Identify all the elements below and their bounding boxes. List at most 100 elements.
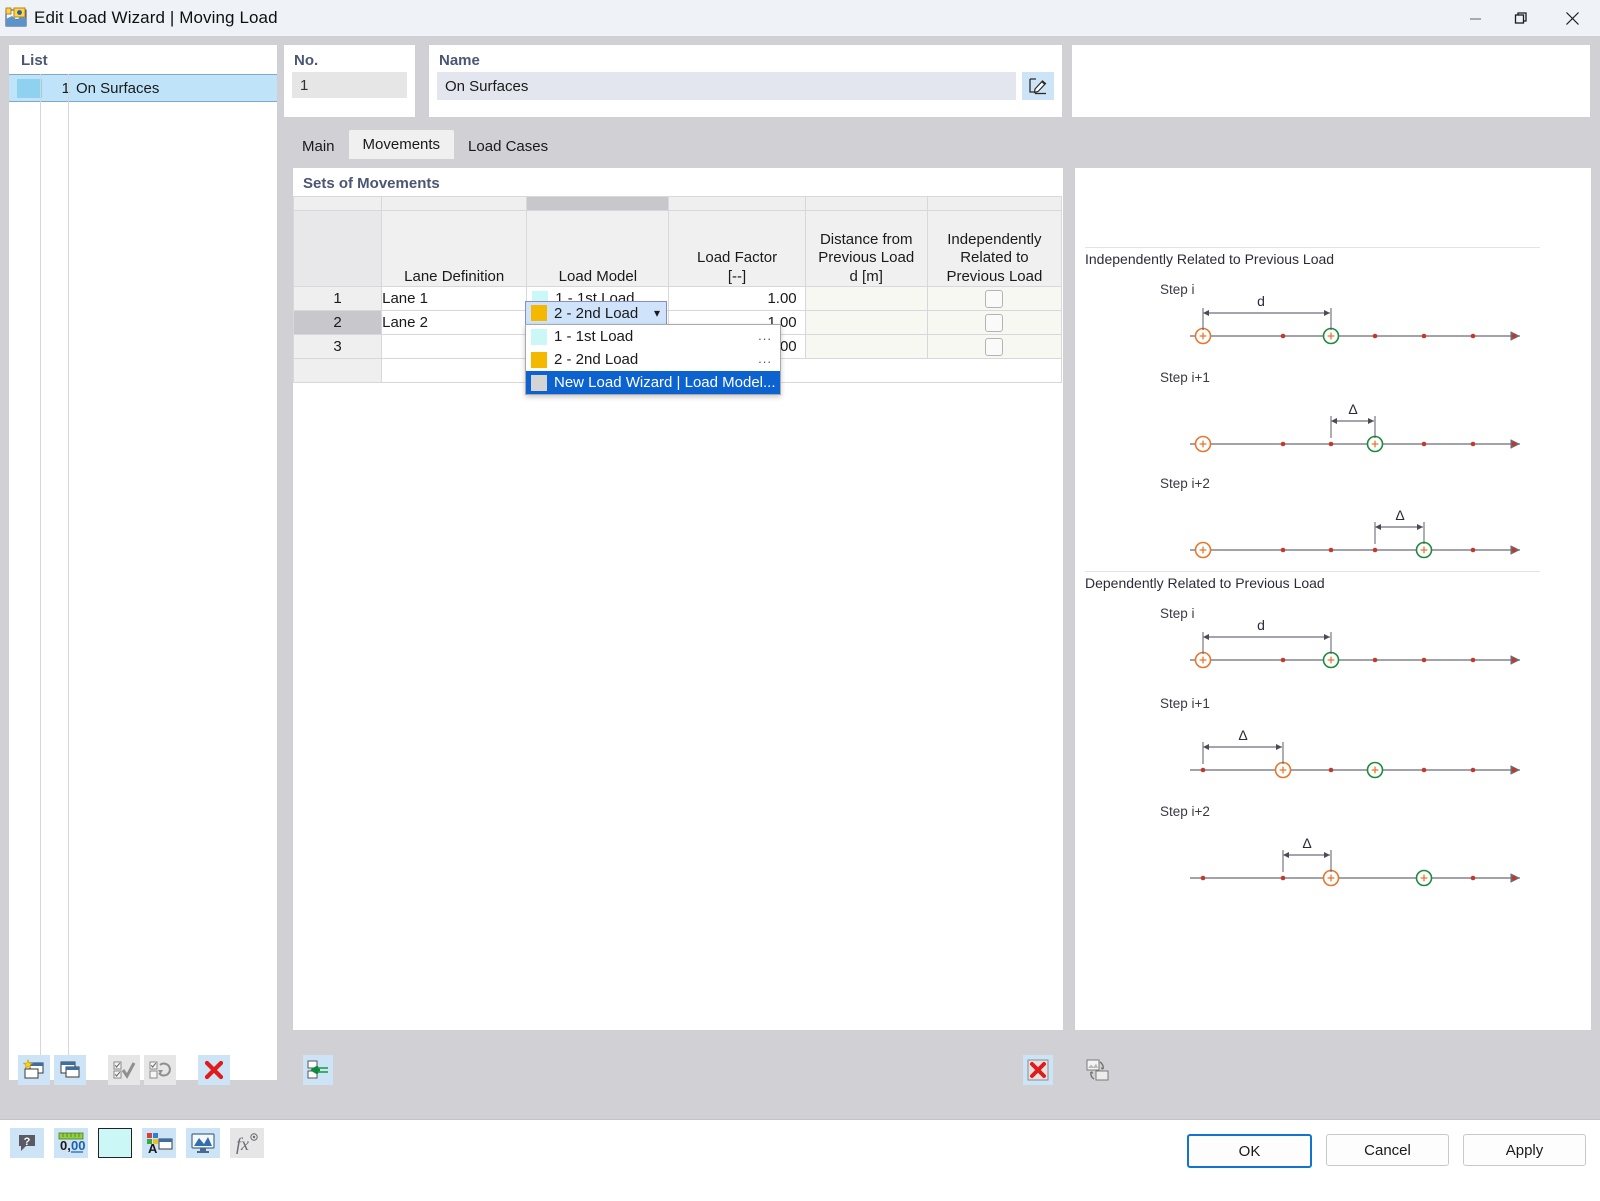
title-bar: Edit Load Wizard | Moving Load [0,0,1600,36]
cancel-button[interactable]: Cancel [1326,1134,1449,1166]
close-button[interactable] [1544,0,1600,36]
delete-item-button[interactable] [198,1055,230,1085]
list-item-color-swatch [17,78,42,98]
color-swatch-button[interactable] [98,1128,132,1158]
dropdown-option-2nd-load[interactable]: 2 - 2nd Load ... [526,348,780,371]
list-item[interactable]: 1 On Surfaces [9,74,277,102]
cell-lane-definition[interactable]: Lane 1 [381,286,528,311]
table-row[interactable]: 1 Lane 1 1 - 1st Load 1.00 [292,286,1063,311]
cell-independently[interactable] [926,310,1063,335]
empty-row-number [292,358,383,383]
color-letter-icon[interactable]: A [142,1128,176,1158]
col-header-distance-line3: d [m] [849,267,883,285]
movement-diagram: Independently Related to Previous Load S… [1085,251,1520,887]
monitor-icon[interactable] [186,1128,220,1158]
insert-row-arrow-icon[interactable] [303,1055,333,1085]
option-color-swatch [531,328,547,345]
dropdown-option-1st-load[interactable]: 1 - 1st Load ... [526,325,780,348]
cell-load-factor[interactable]: 1.00 [668,286,806,311]
cell-lane-definition[interactable] [381,334,528,359]
cell-distance[interactable] [804,286,928,311]
independently-checkbox[interactable] [985,313,1004,332]
edit-pencil-icon[interactable] [1022,72,1054,100]
row-number[interactable]: 1 [292,286,383,311]
export-image-button[interactable] [1083,1055,1113,1085]
dimension-label: Δ [1238,727,1247,743]
group-cell-factor [668,196,806,211]
name-input[interactable]: On Surfaces [437,72,1016,100]
col-header-lane-definition[interactable]: Lane Definition [381,210,528,287]
chevron-down-icon[interactable]: ▾ [654,306,660,320]
number-input[interactable]: 1 [292,72,407,98]
step-label: Step i+1 [1160,696,1210,711]
diagram-section-title-independent: Independently Related to Previous Load [1085,251,1334,267]
dimension-label: Δ [1302,835,1311,851]
preview-panel [1071,44,1591,118]
dimension-label: d [1257,617,1265,633]
col-header-distance-line2: Previous Load [818,249,915,267]
independently-checkbox[interactable] [985,289,1004,308]
minimize-button[interactable] [1452,0,1498,36]
help-bubble-icon[interactable]: ? [10,1128,44,1158]
movements-table: Lane Definition Load Model Load Factor [… [292,196,1063,1025]
col-header-independently-line1: Independently [947,231,1042,249]
bottom-toolbar: ? 0, 00 A fx [10,1128,264,1158]
tab-main[interactable]: Main [288,134,349,159]
tab-load-cases[interactable]: Load Cases [454,134,562,159]
row-number[interactable]: 3 [292,334,383,359]
row-number[interactable]: 2 [292,310,383,335]
cell-independently[interactable] [926,334,1063,359]
col-header-distance-line1: Distance from [819,231,913,249]
load-model-combo[interactable]: 2 - 2nd Load ▾ [525,301,667,325]
col-header-load-factor[interactable]: Load Factor [--] [668,210,806,287]
tab-movements[interactable]: Movements [348,130,455,159]
step-label: Step i+2 [1160,804,1210,819]
independently-checkbox[interactable] [985,337,1004,356]
cell-independently[interactable] [926,286,1063,311]
dropdown-option-new-load-wizard[interactable]: New Load Wizard | Load Model... [526,371,780,394]
svg-text:?: ? [24,1136,31,1148]
dialog-action-buttons: OK Cancel Apply [1187,1134,1586,1168]
delete-row-button[interactable] [1023,1055,1053,1085]
cell-distance[interactable] [804,334,928,359]
cell-lane-definition[interactable]: Lane 2 [381,310,528,335]
step-label: Step i [1160,282,1195,297]
list-item-label: On Surfaces [76,79,160,97]
name-panel: Name On Surfaces [428,44,1063,118]
step-axis: d [1190,293,1520,345]
window-controls [1452,0,1600,36]
copy-item-button[interactable] [54,1055,86,1085]
option-color-swatch [531,351,547,368]
combo-color-swatch [531,305,547,321]
option-ellipsis-button[interactable]: ... [758,351,772,366]
invert-selection-button [144,1055,176,1085]
select-all-button [108,1055,140,1085]
group-cell-load-model [526,196,670,211]
ruler-000-icon[interactable]: 0, 00 [54,1128,88,1158]
svg-text:fx: fx [236,1134,249,1154]
dimension-label: d [1257,293,1265,309]
ok-button[interactable]: OK [1187,1134,1312,1168]
restore-button[interactable] [1498,0,1544,36]
edit-load-wizard-dialog: Edit Load Wizard | Moving Load List 1 On… [0,0,1600,1201]
col-header-load-model[interactable]: Load Model [526,210,670,287]
col-header-load-factor-line1: Load Factor [697,249,778,267]
apply-button[interactable]: Apply [1463,1134,1586,1166]
option-ellipsis-button[interactable]: ... [758,328,772,343]
step-axis: Δ [1190,727,1520,779]
load-model-dropdown[interactable]: 1 - 1st Load ... 2 - 2nd Load ... New Lo… [525,324,781,395]
new-item-button[interactable] [18,1055,50,1085]
svg-text:A: A [148,1141,158,1155]
diagram-section-title-dependent: Dependently Related to Previous Load [1085,575,1325,591]
step-label: Step i+1 [1160,370,1210,385]
bottom-bar: ? 0, 00 A fx OK Cancel Apply [0,1119,1600,1201]
col-header-distance[interactable]: Distance from Previous Load d [m] [804,210,928,287]
dimension-label: Δ [1395,507,1404,523]
list-panel-label: List [21,52,48,69]
list-item-index: 1 [61,79,70,97]
option-color-swatch [531,374,547,391]
cell-distance[interactable] [804,310,928,335]
dimension-label: Δ [1348,401,1357,417]
list-panel: List 1 On Surfaces [8,44,278,1081]
col-header-independently[interactable]: Independently Related to Previous Load [926,210,1063,287]
